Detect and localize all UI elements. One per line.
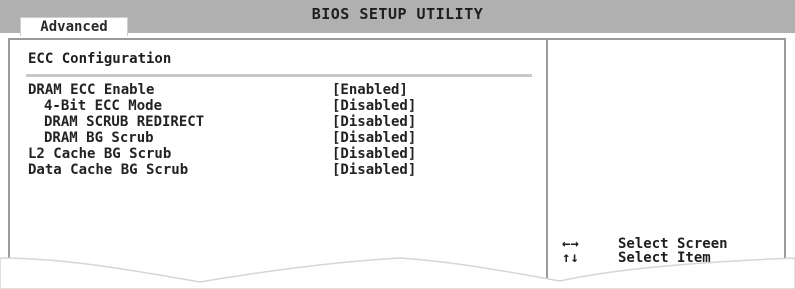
setting-value[interactable]: [Enabled]	[332, 82, 408, 98]
setting-value[interactable]: [Disabled]	[332, 114, 416, 130]
section-divider	[26, 74, 532, 77]
up-down-arrows-icon: ↑↓	[562, 250, 579, 266]
setting-label: 4-Bit ECC Mode	[44, 98, 163, 114]
setting-value[interactable]: [Disabled]	[332, 98, 416, 114]
bios-screen: BIOS SETUP UTILITY Advanced ECC Configur…	[0, 0, 795, 289]
setting-label: DRAM BG Scrub	[44, 130, 154, 146]
main-panel: ECC Configuration DRAM ECC Enable [Enabl…	[8, 38, 786, 289]
setting-value[interactable]: [Disabled]	[332, 130, 416, 146]
tab-advanced[interactable]: Advanced	[20, 17, 128, 36]
tab-advanced-label: Advanced	[40, 19, 108, 35]
header-bar: BIOS SETUP UTILITY Advanced	[0, 0, 795, 36]
panel-divider-vertical	[546, 38, 548, 289]
help-text: Select Item	[618, 250, 711, 266]
setting-value[interactable]: [Disabled]	[332, 146, 416, 162]
setting-value[interactable]: [Disabled]	[332, 162, 416, 178]
section-title: ECC Configuration	[28, 51, 172, 67]
setting-label: Data Cache BG Scrub	[28, 162, 189, 178]
setting-label: DRAM SCRUB REDIRECT	[44, 114, 205, 130]
setting-label: L2 Cache BG Scrub	[28, 146, 172, 162]
setting-label: DRAM ECC Enable	[28, 82, 155, 98]
